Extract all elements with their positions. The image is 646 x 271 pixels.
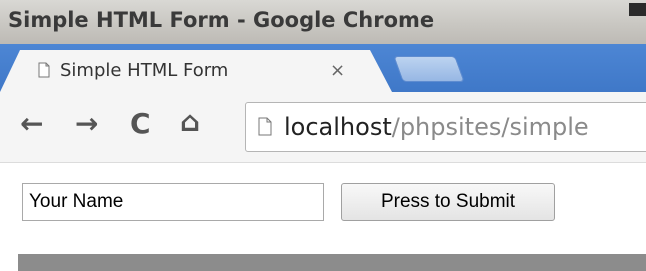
window-title-bar: Simple HTML Form - Google Chrome	[0, 0, 646, 44]
new-tab-button[interactable]	[393, 56, 465, 82]
page-icon	[258, 117, 272, 136]
submit-button[interactable]: Press to Submit	[341, 183, 555, 221]
page-icon	[38, 62, 50, 78]
window-control[interactable]	[629, 3, 646, 16]
tab-strip: Simple HTML Form ×	[0, 44, 646, 92]
window-title: Simple HTML Form - Google Chrome	[8, 8, 435, 32]
home-icon[interactable]: ⌂	[180, 108, 200, 136]
tab-label: Simple HTML Form	[60, 60, 229, 81]
url-path: /phpsites/simple	[391, 113, 589, 141]
reload-icon[interactable]: C	[130, 110, 151, 138]
url-text: localhost/phpsites/simple	[284, 113, 589, 141]
name-input[interactable]	[22, 183, 324, 221]
url-host: localhost	[284, 113, 392, 141]
horizontal-rule	[18, 254, 646, 271]
tab-simple-html-form[interactable]: Simple HTML Form ×	[0, 50, 392, 92]
forward-arrow-icon[interactable]: →	[75, 110, 98, 138]
back-arrow-icon[interactable]: ←	[20, 110, 43, 138]
browser-toolbar: ← → C ⌂ localhost/phpsites/simple	[0, 92, 646, 163]
address-bar[interactable]: localhost/phpsites/simple	[245, 102, 646, 152]
tab-close-icon[interactable]: ×	[330, 60, 345, 81]
